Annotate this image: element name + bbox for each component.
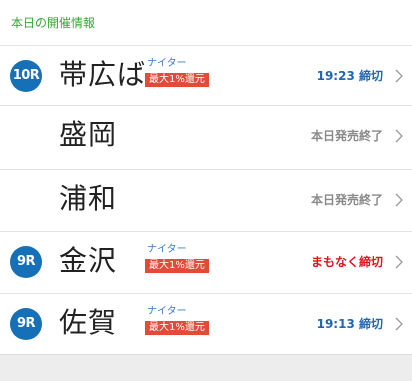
venue-name: 佐賀 — [59, 306, 118, 339]
race-row-urawa[interactable]: 浦和 本日発売終了 — [0, 169, 412, 229]
chevron-right-icon — [395, 69, 403, 83]
venue-name: 帯広ば — [59, 58, 147, 91]
night-race-label: ナイター — [147, 244, 187, 255]
night-race-label: ナイター — [147, 306, 187, 317]
night-race-label: ナイター — [147, 58, 187, 69]
race-row-morioka[interactable]: 盛岡 本日発売終了 — [0, 105, 412, 165]
chevron-right-icon — [395, 317, 403, 331]
race-row-kanazawa[interactable]: 9R 金沢 ナイター 最大1%還元 まもなく締切 — [0, 231, 412, 291]
deadline-status: 19:23 締切 — [316, 69, 383, 83]
race-number-badge: 10R — [10, 60, 42, 92]
section-header: 本日の開催情報 — [0, 0, 412, 45]
race-number-badge: 9R — [10, 308, 42, 340]
venue-name: 浦和 — [59, 182, 118, 215]
venue-name: 盛岡 — [59, 118, 118, 151]
sales-ended-status: 本日発売終了 — [310, 193, 383, 207]
cashback-badge: 最大1%還元 — [145, 321, 209, 335]
footer-band — [0, 354, 412, 381]
race-number-badge: 9R — [10, 246, 42, 278]
cashback-badge: 最大1%還元 — [145, 73, 209, 87]
cashback-badge: 最大1%還元 — [145, 259, 209, 273]
chevron-right-icon — [395, 255, 403, 269]
venue-name: 金沢 — [59, 244, 118, 277]
deadline-status: まもなく締切 — [310, 255, 383, 269]
race-row-obihiro[interactable]: 10R 帯広ば ナイター 最大1%還元 19:23 締切 — [0, 45, 412, 105]
race-row-saga[interactable]: 9R 佐賀 ナイター 最大1%還元 19:13 締切 — [0, 293, 412, 353]
chevron-right-icon — [395, 129, 403, 143]
deadline-status: 19:13 締切 — [316, 317, 383, 331]
sales-ended-status: 本日発売終了 — [310, 129, 383, 143]
chevron-right-icon — [395, 193, 403, 207]
section-title: 本日の開催情報 — [11, 16, 96, 30]
